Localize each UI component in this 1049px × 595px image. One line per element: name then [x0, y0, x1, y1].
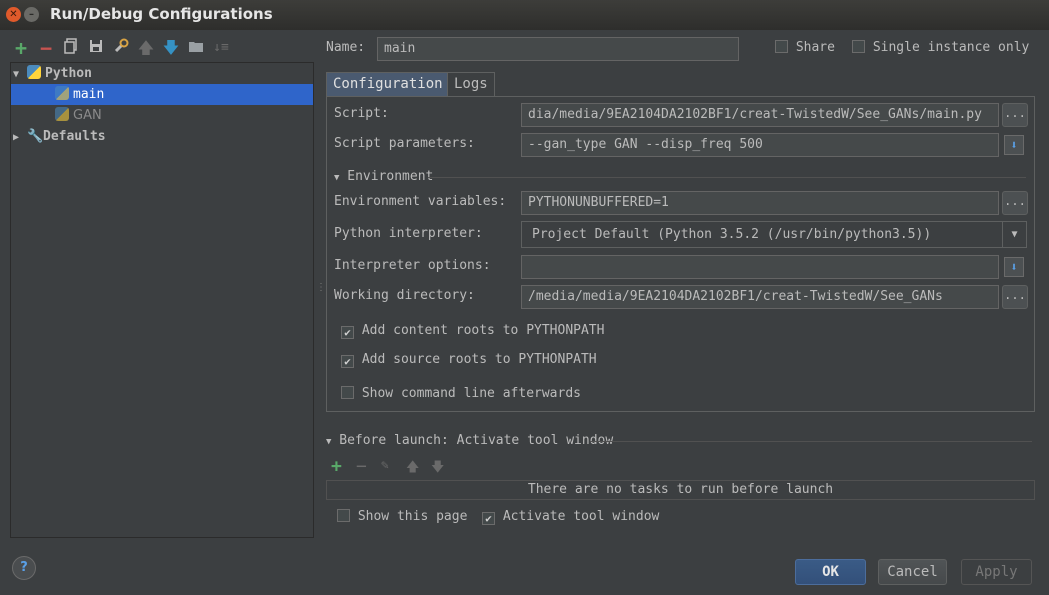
add-source-roots-checkbox[interactable]: ✔ — [341, 355, 354, 368]
show-cmdline-checkbox[interactable] — [341, 386, 354, 399]
tree-node-defaults[interactable]: ▶ 🔧Defaults — [11, 126, 313, 147]
tree-label-gan: GAN — [73, 108, 102, 123]
wrench-icon[interactable] — [111, 38, 131, 58]
remove-task-icon[interactable]: − — [356, 456, 367, 477]
move-down-icon[interactable]: 🡇 — [161, 38, 181, 58]
apply-button[interactable]: Apply — [961, 559, 1032, 585]
before-launch-task-list: There are no tasks to run before launch — [326, 480, 1035, 500]
interpreter-value: Project Default (Python 3.5.2 (/usr/bin/… — [532, 227, 932, 242]
chevron-down-icon[interactable]: ▼ — [1002, 222, 1026, 247]
share-label: Share — [795, 40, 835, 55]
python-icon — [55, 107, 69, 121]
show-cmdline-option[interactable]: Show command line afterwards — [341, 386, 581, 401]
activate-tool-option[interactable]: ✔ Activate tool window — [482, 509, 659, 525]
interpreter-select[interactable]: Project Default (Python 3.5.2 (/usr/bin/… — [521, 221, 1027, 248]
expand-arrow-icon[interactable]: ▼ — [13, 64, 27, 85]
name-input[interactable]: main — [377, 37, 739, 61]
window-minimize-button[interactable]: – — [24, 7, 39, 22]
wrench-icon: 🔧 — [27, 129, 44, 144]
tab-logs[interactable]: Logs — [447, 72, 495, 97]
move-up-icon[interactable]: 🡅 — [136, 38, 156, 58]
working-dir-label: Working directory: — [334, 288, 475, 303]
python-icon — [55, 86, 69, 100]
env-vars-label: Environment variables: — [334, 194, 507, 209]
script-params-input[interactable]: --gan_type GAN --disp_freq 500 — [521, 133, 999, 157]
show-page-checkbox[interactable] — [337, 509, 350, 522]
expand-field-icon[interactable]: ⬇ — [1004, 135, 1024, 155]
window-title: Run/Debug Configurations — [50, 5, 273, 23]
tab-configuration[interactable]: Configuration — [326, 72, 450, 97]
ok-button[interactable]: OK — [795, 559, 866, 585]
name-label: Name: — [326, 40, 366, 55]
tree-label-defaults: Defaults — [43, 129, 106, 144]
working-dir-browse-button[interactable]: ... — [1002, 285, 1028, 309]
share-checkbox[interactable] — [775, 40, 788, 53]
config-tree: ▼ Python main GAN ▶ 🔧Defaults — [10, 62, 314, 538]
tree-node-python[interactable]: ▼ Python — [11, 63, 313, 84]
single-instance-option[interactable]: Single instance only — [852, 40, 1029, 55]
cancel-button[interactable]: Cancel — [878, 559, 947, 585]
python-icon — [27, 65, 41, 79]
empty-tasks-text: There are no tasks to run before launch — [527, 482, 834, 497]
before-launch-header: Before launch: Activate tool window — [339, 433, 614, 448]
script-input[interactable]: dia/media/9EA2104DA2102BF1/creat-Twisted… — [521, 103, 999, 127]
env-vars-input[interactable]: PYTHONUNBUFFERED=1 — [521, 191, 999, 215]
collapse-arrow-icon[interactable]: ▶ — [13, 127, 27, 148]
add-task-icon[interactable]: + — [331, 456, 342, 477]
move-up-icon[interactable]: 🡅 — [406, 458, 419, 480]
tree-node-main[interactable]: main — [11, 84, 313, 105]
tree-label-main: main — [73, 87, 105, 102]
folder-icon[interactable] — [186, 38, 206, 58]
section-separator — [590, 441, 1032, 442]
before-launch-section[interactable]: ▼ Before launch: Activate tool window — [326, 433, 613, 448]
tree-label-python: Python — [45, 66, 92, 81]
title-bar: ✕ – Run/Debug Configurations — [0, 0, 1049, 30]
working-dir-input[interactable]: /media/media/9EA2104DA2102BF1/creat-Twis… — [521, 285, 999, 309]
environment-section[interactable]: ▼ Environment — [334, 169, 433, 184]
sort-icon[interactable]: ↓≡ — [211, 38, 231, 58]
save-icon[interactable] — [86, 38, 106, 58]
environment-header: Environment — [347, 169, 434, 184]
copy-icon[interactable] — [61, 38, 81, 58]
share-option[interactable]: Share — [775, 40, 835, 55]
activate-tool-label: Activate tool window — [502, 509, 660, 524]
expand-field-icon[interactable]: ⬇ — [1004, 257, 1024, 277]
script-params-label: Script parameters: — [334, 136, 475, 151]
window-close-button[interactable]: ✕ — [6, 7, 21, 22]
remove-icon[interactable]: − — [36, 38, 56, 58]
add-content-roots-checkbox[interactable]: ✔ — [341, 326, 354, 339]
add-icon[interactable]: + — [11, 38, 31, 58]
show-page-option[interactable]: Show this page — [337, 509, 467, 524]
splitter-handle[interactable]: ⋮ — [316, 282, 326, 293]
tree-node-gan[interactable]: GAN — [11, 105, 313, 126]
collapse-triangle-icon: ▼ — [326, 437, 332, 447]
interpreter-options-label: Interpreter options: — [334, 258, 491, 273]
env-vars-browse-button[interactable]: ... — [1002, 191, 1028, 215]
move-down-icon[interactable]: 🡇 — [431, 458, 444, 480]
edit-task-icon[interactable]: ✎ — [381, 458, 389, 473]
add-source-roots-option[interactable]: ✔ Add source roots to PYTHONPATH — [341, 352, 597, 368]
show-page-label: Show this page — [357, 509, 468, 524]
script-browse-button[interactable]: ... — [1002, 103, 1028, 127]
interpreter-options-input[interactable] — [521, 255, 999, 279]
add-source-roots-label: Add source roots to PYTHONPATH — [361, 352, 597, 367]
single-instance-checkbox[interactable] — [852, 40, 865, 53]
single-instance-label: Single instance only — [872, 40, 1030, 55]
collapse-triangle-icon: ▼ — [334, 173, 340, 183]
section-separator — [428, 177, 1026, 178]
add-content-roots-label: Add content roots to PYTHONPATH — [361, 323, 605, 338]
activate-tool-checkbox[interactable]: ✔ — [482, 512, 495, 525]
help-button[interactable]: ? — [12, 556, 36, 580]
add-content-roots-option[interactable]: ✔ Add content roots to PYTHONPATH — [341, 323, 604, 339]
interpreter-label: Python interpreter: — [334, 226, 483, 241]
script-label: Script: — [334, 106, 389, 121]
show-cmdline-label: Show command line afterwards — [361, 386, 581, 401]
